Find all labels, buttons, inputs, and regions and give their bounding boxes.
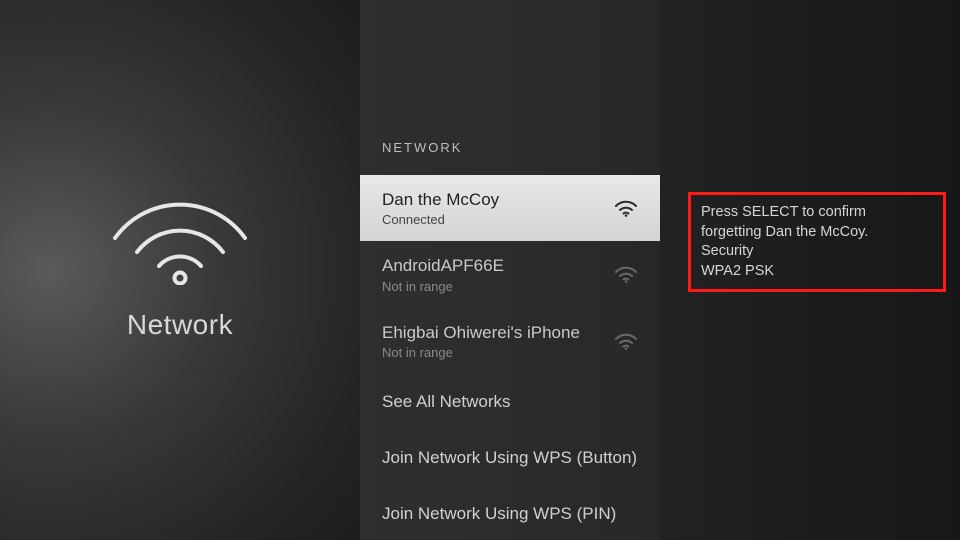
network-name: AndroidAPF66E [382,255,504,276]
network-status: Connected [382,212,499,227]
network-hero: Network [105,190,255,341]
security-value: WPA2 PSK [701,262,933,282]
join-wps-button[interactable]: Join Network Using WPS (Button) [360,430,660,486]
detail-panel: Press SELECT to confirm forgetting Dan t… [660,0,960,540]
network-item-ehigbai-iphone[interactable]: Ehigbai Ohiwerei's iPhone Not in range [360,308,660,374]
security-label: Security [701,242,933,262]
network-name: Dan the McCoy [382,189,499,210]
left-panel: Network [0,0,360,540]
forget-network-prompt: Press SELECT to confirm forgetting Dan t… [688,192,946,292]
section-header-network: NETWORK [360,140,660,175]
wifi-signal-icon [614,332,638,350]
wifi-signal-icon [614,199,638,217]
network-name: Ehigbai Ohiwerei's iPhone [382,322,580,343]
wifi-icon [105,190,255,285]
join-wps-pin[interactable]: Join Network Using WPS (PIN) [360,486,660,540]
network-status: Not in range [382,279,504,294]
see-all-networks[interactable]: See All Networks [360,374,660,430]
network-status: Not in range [382,345,580,360]
network-item-dan-the-mccoy[interactable]: Dan the McCoy Connected [360,175,660,241]
network-item-androidapf66e[interactable]: AndroidAPF66E Not in range [360,241,660,307]
left-panel-title: Network [127,309,233,341]
wifi-signal-icon [614,265,638,283]
prompt-line: forgetting Dan the McCoy. [701,223,933,243]
networks-list-panel: NETWORK Dan the McCoy Connected [360,0,660,540]
prompt-line: Press SELECT to confirm [701,203,933,223]
network-settings-screen: Network NETWORK Dan the McCoy Connected [0,0,960,540]
